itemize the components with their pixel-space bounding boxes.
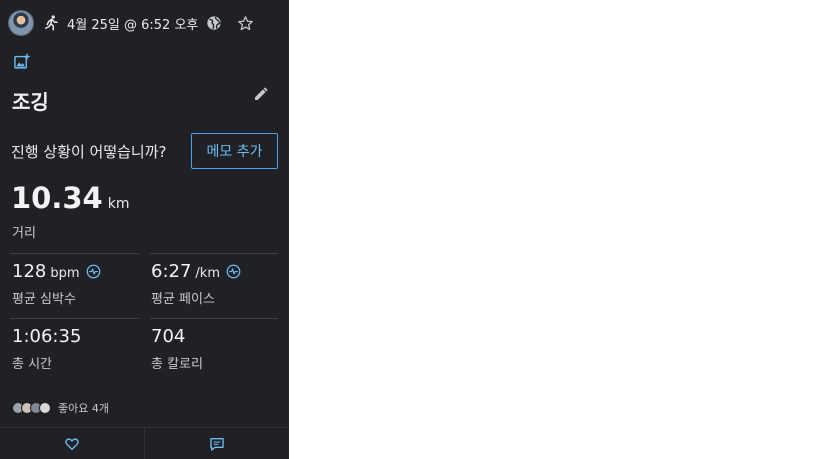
calories-label: 총 칼로리 — [151, 357, 203, 372]
divider — [150, 253, 278, 254]
distance-value: 10.34 — [11, 181, 103, 215]
total-time-stat: 1:06:35 — [12, 326, 81, 347]
comment-button[interactable] — [144, 428, 289, 459]
like-button[interactable] — [0, 428, 144, 459]
heart-rate-chart-icon[interactable] — [86, 264, 101, 279]
star-icon[interactable] — [237, 15, 254, 32]
add-memo-button[interactable]: 메모 추가 — [191, 133, 278, 169]
pencil-icon[interactable] — [253, 86, 269, 102]
total-time-value: 1:06:35 — [12, 326, 82, 347]
heart-rate-label: 평균 심박수 — [12, 292, 76, 307]
run-icon — [45, 15, 58, 31]
distance-stat: 10.34 km — [11, 181, 129, 215]
heart-icon — [65, 438, 79, 450]
liker-avatars — [12, 402, 51, 414]
pace-value: 6:27 — [151, 261, 192, 282]
pace-stat: 6:27 /km — [151, 261, 241, 282]
distance-label: 거리 — [12, 226, 36, 241]
liker-avatar — [39, 402, 51, 414]
total-time-label: 총 시간 — [12, 357, 53, 372]
progress-prompt: 진행 상황이 어떻습니까? — [11, 143, 167, 161]
activity-header: 4월 25일 @ 6:52 오후 — [8, 10, 283, 36]
calories-stat: 704 — [151, 326, 185, 347]
likes-summary[interactable]: 좋아요 4개 — [12, 400, 109, 416]
pace-label: 평균 페이스 — [151, 292, 215, 307]
divider — [10, 318, 139, 319]
activity-date: 4월 25일 @ 6:52 오후 — [67, 17, 199, 33]
activity-title: 조깅 — [12, 90, 49, 114]
add-photo-icon[interactable] — [13, 53, 31, 70]
pace-unit: /km — [195, 266, 220, 281]
divider — [150, 318, 278, 319]
heart-rate-value: 128 — [12, 261, 47, 282]
divider — [10, 253, 139, 254]
bottom-action-bar — [0, 427, 289, 459]
heart-rate-unit: bpm — [50, 266, 80, 281]
heart-rate-stat: 128 bpm — [12, 261, 101, 282]
distance-unit: km — [107, 196, 130, 212]
pace-chart-icon[interactable] — [226, 264, 241, 279]
globe-icon[interactable] — [206, 15, 222, 31]
calories-value: 704 — [151, 326, 186, 347]
activity-panel: 4월 25일 @ 6:52 오후 조깅 진행 상황이 어떻습니까? 메모 추가 … — [0, 0, 289, 459]
likes-count: 좋아요 4개 — [58, 402, 109, 415]
comment-icon — [210, 438, 224, 451]
avatar[interactable] — [8, 10, 34, 36]
